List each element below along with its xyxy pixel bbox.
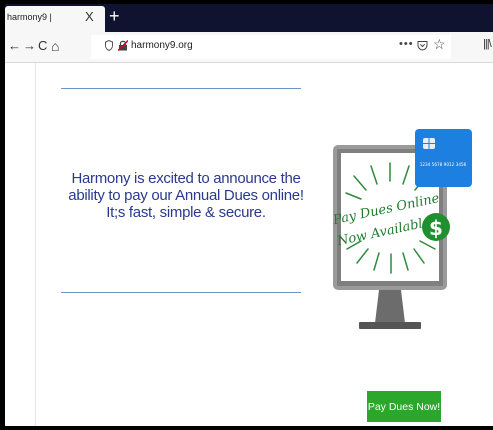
tab-harmony9[interactable]: harmony9 | X (5, 6, 105, 32)
tab-title: harmony9 | (7, 12, 52, 22)
url-bar[interactable]: harmony9.org ••• ☆ (91, 35, 451, 59)
bottom-rule (61, 292, 301, 293)
top-rule (61, 88, 301, 89)
forward-icon[interactable]: → (23, 39, 36, 53)
home-icon[interactable]: ⌂ (51, 39, 59, 53)
browser-window: harmony9 | X + ← → C ⌂ harmony9.org ••• (5, 4, 493, 426)
new-tab-icon[interactable]: + (109, 6, 120, 26)
page-content: Harmony is excited to announce the abili… (5, 63, 493, 426)
screen-frame: harmony9 | X + ← → C ⌂ harmony9.org ••• (0, 0, 493, 430)
dollar-icon: $ (429, 216, 443, 240)
left-divider (35, 63, 36, 426)
pocket-icon[interactable] (417, 40, 428, 51)
url-text[interactable]: harmony9.org (131, 40, 193, 51)
reload-icon[interactable]: C (38, 39, 47, 53)
announcement-headline: Harmony is excited to announce the abili… (68, 170, 304, 221)
tab-bar: harmony9 | X + (5, 4, 493, 32)
card-number: 1234 5678 9012 3456 (420, 162, 467, 167)
insecure-lock-icon[interactable] (118, 40, 128, 51)
tracking-shield-icon[interactable] (105, 40, 113, 51)
library-icon[interactable]: |||\ (483, 38, 492, 50)
pay-dues-online-graphic: Pay Dues Online Now Available! $ 1234 56… (331, 129, 472, 329)
pay-dues-now-button[interactable]: Pay Dues Now! (367, 391, 441, 422)
tab-close-icon[interactable]: X (85, 9, 94, 24)
navigation-bar: ← → C ⌂ harmony9.org ••• ☆ |||\ (5, 32, 493, 63)
back-icon[interactable]: ← (8, 39, 21, 53)
page-actions-menu-icon[interactable]: ••• (399, 38, 414, 50)
bookmark-star-icon[interactable]: ☆ (433, 36, 446, 53)
